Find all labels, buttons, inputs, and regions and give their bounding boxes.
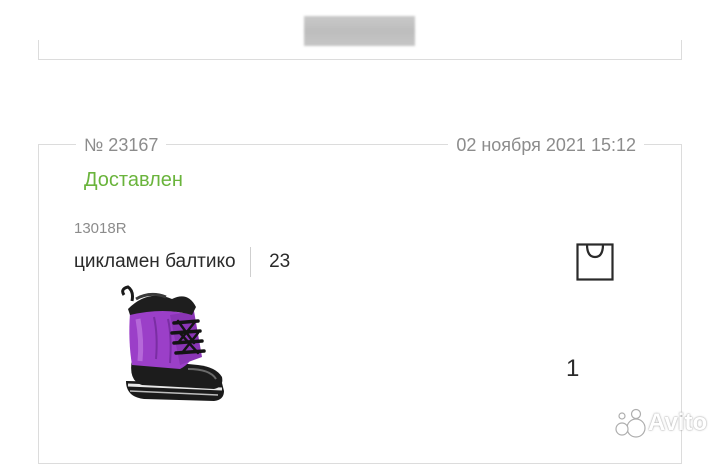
product-attributes: цикламен балтико 23	[74, 247, 290, 277]
order-date: 02 ноября 2021 15:12	[448, 133, 644, 157]
shopping-bag-icon[interactable]	[576, 243, 614, 281]
product-size: 23	[269, 251, 291, 272]
product-image[interactable]	[118, 285, 228, 405]
watermark: Avito	[612, 408, 707, 438]
product-color: цикламен балтико	[74, 251, 236, 272]
order-number: № 23167	[76, 133, 167, 157]
avito-logo-icon	[615, 408, 646, 438]
watermark-text: Avito	[648, 409, 708, 436]
product-quantity: 1	[566, 355, 580, 382]
product-article: 13018R	[74, 220, 127, 237]
previous-card-border	[38, 40, 682, 60]
order-status: Доставлен	[84, 169, 183, 191]
